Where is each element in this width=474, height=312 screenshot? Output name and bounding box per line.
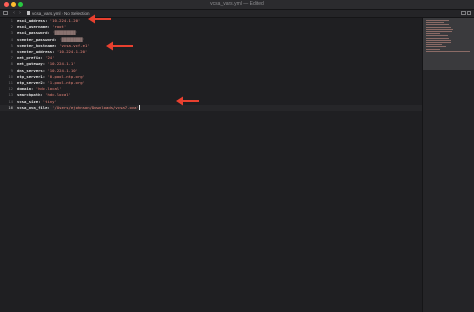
yaml-value: '1.pool.ntp.org' xyxy=(47,80,85,85)
yaml-value: '█████████' xyxy=(52,30,78,36)
yaml-value: '10.224.1.1' xyxy=(47,61,76,67)
editor-window: vcsa_vars.yml — Edited ‹ › vcsa_vars.yml… xyxy=(0,0,474,312)
yaml-value: 'hdc.local' xyxy=(35,86,62,92)
minimap-line xyxy=(426,42,452,43)
minimap-line xyxy=(426,50,470,52)
yaml-key: vcenter_hostname: xyxy=(17,42,57,48)
yaml-key: net_prefix: xyxy=(17,55,43,61)
breadcrumb-separator-icon: › xyxy=(61,11,64,16)
yaml-value: 'root' xyxy=(52,24,67,30)
yaml-value: 'tiny' xyxy=(42,98,57,104)
yaml-key: esxi_username: xyxy=(17,24,50,30)
minimap-line xyxy=(426,44,443,46)
code-editor[interactable]: 1 esxi_address: '10.224.1.20' 2 esxi_userna… xyxy=(0,18,422,312)
yaml-key: domain: xyxy=(17,86,34,92)
jump-bar: ‹ › vcsa_vars.yml›No Selection xyxy=(0,10,474,18)
yaml-key: searchpath: xyxy=(17,92,43,98)
yaml-key: esxi_password: xyxy=(17,30,50,36)
yaml-key: ntp_server2: xyxy=(17,80,46,85)
annotation-arrow-3 xyxy=(176,96,199,106)
minimap-line xyxy=(426,22,444,24)
window-title: vcsa_vars.yml — Edited xyxy=(210,1,264,7)
minimap-line xyxy=(426,24,449,26)
breadcrumb-selection[interactable]: No Selection xyxy=(64,11,90,16)
yaml-value: 'hdc.local' xyxy=(45,92,71,98)
yaml-key: vcsa_ova_file: xyxy=(17,104,50,110)
yaml-value: '10.224.1.20' xyxy=(56,49,88,54)
yaml-key: vcenter_address: xyxy=(17,49,55,54)
yaml-value: '10.224.1.10' xyxy=(47,67,78,73)
yaml-value: '10.224.1.20' xyxy=(49,18,81,23)
annotation-arrow-2 xyxy=(106,41,133,51)
code-line[interactable]: 16 vcsa_ova_file: '/Users/ejohnson/Downlo… xyxy=(0,104,422,111)
breadcrumb[interactable]: vcsa_vars.yml›No Selection xyxy=(32,11,90,16)
yaml-value: '24' xyxy=(45,55,55,61)
related-items-icon[interactable] xyxy=(3,11,8,15)
minimap-line xyxy=(426,35,448,37)
yaml-value: '0.pool.ntp.org' xyxy=(47,73,85,79)
minimap-line xyxy=(426,48,441,50)
yaml-key: esxi_address: xyxy=(17,18,48,23)
minimap[interactable] xyxy=(422,18,474,312)
yaml-value: '█████████' xyxy=(59,36,85,42)
yaml-key: vcsa_size: xyxy=(17,98,41,104)
minimap-line xyxy=(426,31,453,32)
breadcrumb-file[interactable]: vcsa_vars.yml xyxy=(32,11,61,16)
forward-arrow-icon[interactable]: › xyxy=(19,11,24,16)
minimap-line xyxy=(426,46,446,48)
add-editor-icon[interactable] xyxy=(467,11,471,15)
title-bar: vcsa_vars.yml — Edited xyxy=(0,0,474,10)
yaml-key: vcenter_password: xyxy=(17,36,57,42)
minimap-line xyxy=(426,28,453,30)
minimap-line xyxy=(426,20,450,21)
yaml-value: '/Users/ejohnson/Downloads/vcsa7.ova' xyxy=(52,104,139,110)
minimap-line xyxy=(426,37,449,39)
code-text[interactable]: vcsa_ova_file: '/Users/ejohnson/Download… xyxy=(17,104,140,111)
yaml-key: ntp_server1: xyxy=(17,73,46,79)
minimap-line xyxy=(426,39,452,41)
annotation-arrow-1 xyxy=(88,14,111,24)
text-cursor xyxy=(138,105,140,110)
adjust-editor-icon[interactable] xyxy=(461,11,466,15)
minimap-line xyxy=(426,33,440,35)
yaml-key: net_gateway: xyxy=(17,61,46,67)
file-icon xyxy=(27,11,30,15)
minimap-line xyxy=(426,26,452,28)
yaml-value: 'vcsa-vcf-e1' xyxy=(59,42,90,48)
back-arrow-icon[interactable]: ‹ xyxy=(13,11,18,16)
line-number: 16 xyxy=(8,104,13,110)
yaml-key: dns_servers: xyxy=(17,67,46,73)
